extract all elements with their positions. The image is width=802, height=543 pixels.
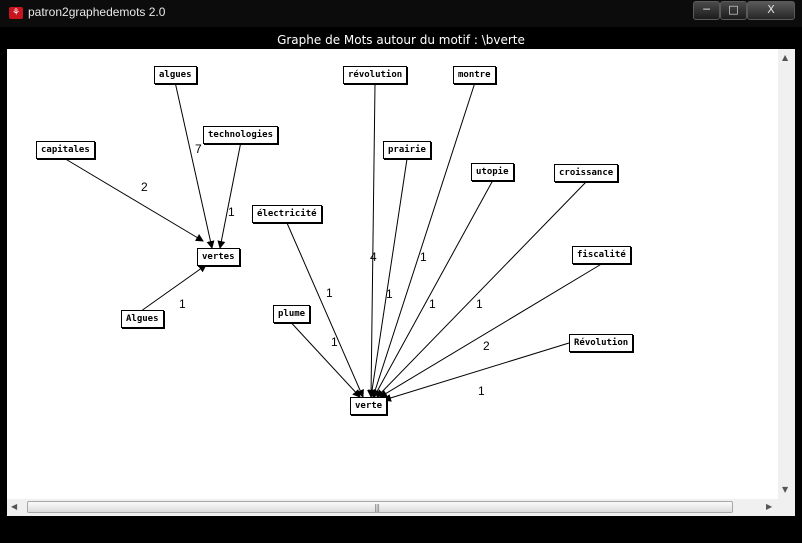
scroll-left-arrow[interactable]: ◀	[11, 502, 17, 512]
node-technologies[interactable]: technologies	[203, 126, 279, 144]
edge-revolution-verte	[367, 83, 376, 398]
node-montre[interactable]: montre	[453, 66, 496, 84]
edge-weight-label: 1	[331, 335, 338, 349]
edge-algues-vertes	[175, 83, 215, 249]
node-vertes[interactable]: vertes	[197, 248, 240, 266]
graph-canvas[interactable]: algues technologies capitales vertes Algues r…	[7, 49, 778, 499]
edge-weight-label: 1	[179, 297, 186, 311]
edge-montre-verte	[371, 83, 475, 398]
node-utopie[interactable]: utopie	[471, 163, 514, 181]
node-verte[interactable]: verte	[350, 397, 388, 415]
edge-weight-label: 1	[429, 297, 436, 311]
edge-weight-label: 7	[195, 142, 202, 156]
node-capitales[interactable]: capitales	[36, 141, 95, 159]
edge-revolution-verte	[383, 342, 570, 402]
scroll-up-arrow[interactable]: ▲	[782, 53, 788, 63]
node-algues[interactable]: algues	[154, 66, 197, 84]
node-revolution[interactable]: révolution	[343, 66, 408, 84]
minimize-button[interactable]: ─	[693, 1, 720, 20]
edge-plume-verte	[291, 322, 361, 398]
node-algues[interactable]: Algues	[121, 310, 164, 328]
node-electricite[interactable]: électricité	[252, 205, 322, 223]
window-title: patron2graphedemots 2.0	[28, 5, 166, 19]
edge-capitales-vertes	[65, 158, 204, 242]
graph-edges	[65, 83, 602, 402]
edge-fiscalite-verte	[379, 263, 602, 398]
title-bar: ⚘ patron2graphedemots 2.0 ─ □ X	[0, 0, 802, 27]
edge-weight-label: 1	[476, 297, 483, 311]
node-prairie[interactable]: prairie	[383, 141, 431, 159]
edge-prairie-verte	[368, 158, 408, 398]
edge-weight-label: 1	[386, 287, 393, 301]
graph-title: Graphe de Mots autour du motif : \bverte	[7, 31, 795, 49]
edge-weight-label: 1	[228, 205, 235, 219]
edge-algues-vertes	[142, 264, 207, 311]
horizontal-scrollbar[interactable]: ◀ ||| ▶	[7, 499, 778, 516]
close-button[interactable]: X	[747, 1, 795, 20]
node-plume[interactable]: plume	[273, 305, 311, 323]
edge-weight-label: 1	[326, 286, 333, 300]
edge-weight-label: 2	[483, 339, 490, 353]
scroll-grip: |||	[374, 503, 380, 512]
edge-weight-label: 1	[478, 384, 485, 398]
vertical-scrollbar[interactable]: ▲ ▼	[778, 49, 795, 499]
edge-weight-label: 4	[370, 250, 377, 264]
edge-weight-label: 2	[141, 180, 148, 194]
node-croissance[interactable]: croissance	[554, 164, 619, 182]
scroll-right-arrow[interactable]: ▶	[766, 502, 772, 512]
maximize-button[interactable]: □	[720, 1, 747, 20]
edge-technologies-vertes	[217, 143, 241, 249]
edge-weight-label: 1	[420, 250, 427, 264]
horizontal-scroll-thumb[interactable]: |||	[27, 501, 733, 513]
scrollbar-corner	[778, 499, 795, 516]
scroll-down-arrow[interactable]: ▼	[782, 485, 788, 495]
node-fiscalite[interactable]: fiscalité	[572, 246, 631, 264]
app-icon: ⚘	[9, 7, 23, 19]
node-revolution[interactable]: Révolution	[569, 334, 634, 352]
